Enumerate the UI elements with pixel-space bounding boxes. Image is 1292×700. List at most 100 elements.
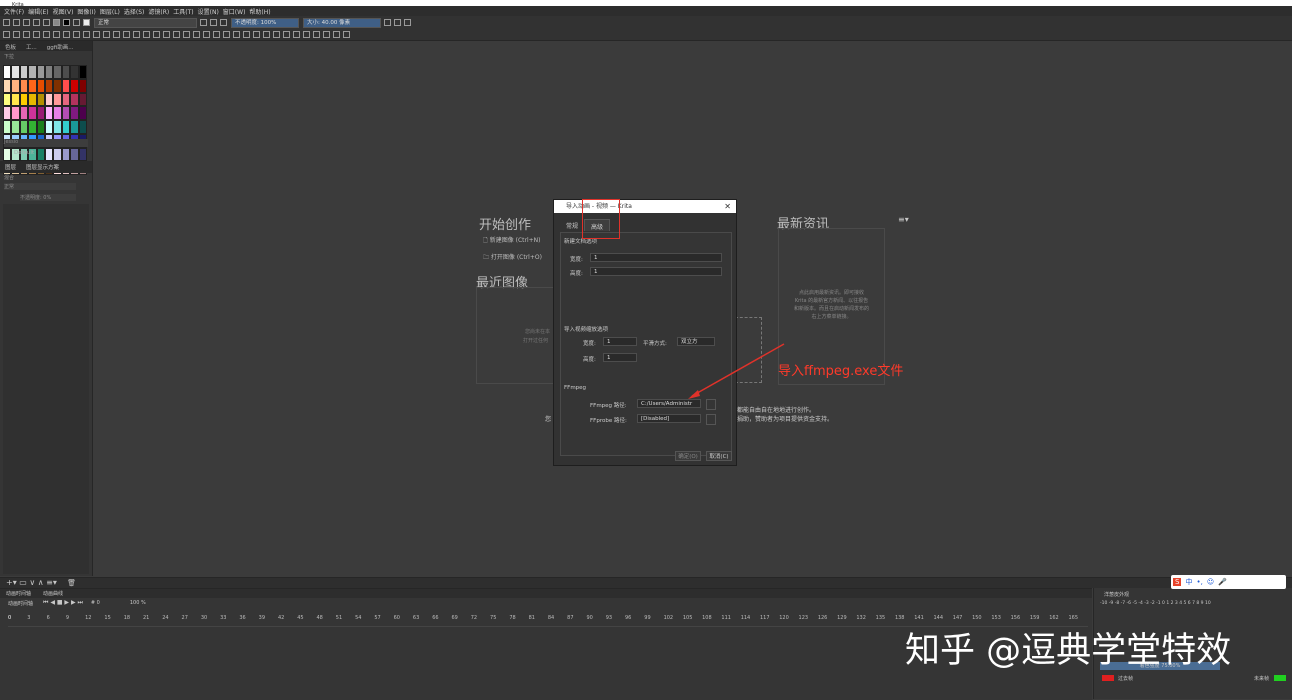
palette-swatch[interactable] — [36, 65, 45, 79]
palette-swatch[interactable] — [44, 147, 54, 162]
menu-file[interactable]: 文件(F) — [4, 7, 24, 16]
palette-swatch[interactable] — [53, 78, 62, 93]
palette-swatch[interactable] — [61, 65, 71, 79]
menu-select[interactable]: 选择(S) — [124, 7, 145, 16]
palette-swatch[interactable] — [78, 92, 87, 107]
palette-swatch[interactable] — [36, 92, 45, 107]
menu-filter[interactable]: 滤镜(R) — [148, 7, 169, 16]
palette-swatch[interactable] — [28, 78, 37, 93]
palette-swatch[interactable] — [61, 92, 71, 107]
palette-swatch[interactable] — [19, 106, 29, 120]
select-tool-icon[interactable] — [3, 31, 10, 38]
move-tool-icon[interactable] — [153, 31, 160, 38]
ime-lang[interactable]: 中 — [1185, 577, 1192, 587]
palette-swatch[interactable] — [61, 106, 71, 120]
ellipse-select-icon[interactable] — [263, 31, 270, 38]
palette-swatch[interactable] — [19, 65, 29, 79]
freehand-select-icon[interactable] — [283, 31, 290, 38]
refresh-icon[interactable] — [220, 19, 227, 26]
blend-mode-select[interactable]: 正常 — [94, 17, 197, 28]
gradient-tool-icon[interactable] — [173, 31, 180, 38]
previous-frames-color[interactable] — [1102, 675, 1114, 681]
playback-controls[interactable]: ⏮ ◀ ■ ▶ ▶ ⏭ — [43, 599, 83, 607]
onion-scale[interactable]: -10 -9 -8 -7 -6 -5 -4 -3 -2 -1 0 1 2 3 4… — [1100, 601, 1287, 606]
tab-layers[interactable]: 图层 — [0, 161, 21, 173]
fill-gradient-icon[interactable] — [53, 19, 60, 26]
polygon-tool-icon[interactable] — [83, 31, 90, 38]
palette-swatch[interactable] — [78, 78, 87, 93]
scale-height-spinbox[interactable]: 1 — [603, 353, 637, 362]
polygon-select-icon[interactable] — [273, 31, 280, 38]
pattern-icon[interactable] — [73, 19, 80, 26]
palette-swatch[interactable] — [36, 147, 45, 162]
palette-swatch[interactable] — [70, 65, 79, 79]
palette-field[interactable]: Jessio — [4, 139, 88, 147]
polyline-tool-icon[interactable] — [93, 31, 100, 38]
text-tool-icon[interactable] — [13, 31, 20, 38]
palette-swatch[interactable] — [44, 78, 54, 93]
open-image-link[interactable]: 🗀 打开图像 (Ctrl+O) — [483, 252, 542, 263]
tab-brush[interactable]: ggfi助画... — [42, 41, 79, 51]
news-menu-icon[interactable]: ≡▾ — [898, 215, 909, 224]
mirror-vertical-icon[interactable] — [394, 19, 401, 26]
ime-emoji[interactable]: ☺ — [1207, 578, 1214, 586]
transform-tool-icon[interactable] — [163, 31, 170, 38]
frame-counter[interactable]: # 0 — [91, 600, 100, 606]
ffprobe-path-select[interactable]: [Disabled] — [637, 414, 701, 423]
palette-swatch[interactable] — [44, 120, 54, 134]
cancel-button[interactable]: 取消(C) — [706, 451, 732, 461]
menu-view[interactable]: 视图(V) — [53, 7, 74, 16]
ellipse-tool-icon[interactable] — [73, 31, 80, 38]
palette-swatch[interactable] — [19, 78, 29, 93]
similar-select-icon[interactable] — [303, 31, 310, 38]
palette-swatch[interactable] — [78, 106, 87, 120]
palette-swatch[interactable] — [53, 65, 62, 79]
next-frames-color[interactable] — [1274, 675, 1286, 681]
close-icon[interactable]: ✕ — [724, 200, 731, 213]
palette-swatch[interactable] — [11, 78, 20, 93]
palette-swatch[interactable] — [28, 120, 37, 134]
palette-swatch[interactable] — [3, 106, 12, 120]
layer-blend-select[interactable]: 正常 — [4, 183, 76, 190]
reference-images-icon[interactable] — [243, 31, 250, 38]
palette-swatch[interactable] — [53, 92, 62, 107]
calligraphy-icon[interactable] — [33, 31, 40, 38]
palette-swatch[interactable] — [11, 106, 20, 120]
tab-curves[interactable]: 动画曲线 — [37, 589, 69, 598]
ime-mic[interactable]: 🎤 — [1218, 578, 1227, 586]
dynamic-brush-icon[interactable] — [123, 31, 130, 38]
tab-layer-display[interactable]: 图层显示方案 — [21, 161, 64, 173]
new-document-icon[interactable] — [3, 19, 10, 26]
edit-shapes-icon[interactable] — [23, 31, 30, 38]
menu-edit[interactable]: 编辑(E) — [28, 7, 48, 16]
tab-general[interactable]: 常规 — [560, 219, 584, 231]
palette-swatch[interactable] — [3, 120, 12, 134]
eyedropper-icon[interactable] — [213, 31, 220, 38]
mirror-horizontal-icon[interactable] — [384, 19, 391, 26]
palette-swatch[interactable] — [44, 65, 54, 79]
speed-value[interactable]: 100 % — [130, 600, 146, 606]
ok-button[interactable]: 确定(O) — [675, 451, 701, 461]
palette-swatch[interactable] — [36, 78, 45, 93]
palette-swatch[interactable] — [70, 92, 79, 107]
palette-swatch[interactable] — [61, 147, 71, 162]
color-palette-grid[interactable] — [3, 65, 87, 175]
line-tool-icon[interactable] — [53, 31, 60, 38]
menu-help[interactable]: 帮助(H) — [249, 7, 270, 16]
layers-list[interactable] — [3, 204, 89, 574]
contiguous-select-icon[interactable] — [293, 31, 300, 38]
palette-swatch[interactable] — [19, 92, 29, 107]
color-swap-icon[interactable] — [63, 19, 70, 26]
palette-swatch[interactable] — [11, 92, 20, 107]
ime-punct[interactable]: •, — [1196, 578, 1202, 586]
palette-swatch[interactable] — [70, 78, 79, 93]
add-layer-icon[interactable]: +▾ ▭ ∨ ∧ ≡▾ — [6, 578, 57, 587]
palette-swatch[interactable] — [53, 147, 62, 162]
colorize-mask-icon[interactable] — [183, 31, 190, 38]
measure-tool-icon[interactable] — [233, 31, 240, 38]
tab-tools[interactable]: 工... — [21, 41, 42, 51]
ime-toolbar[interactable]: S 中 •, ☺ 🎤 — [1171, 575, 1286, 589]
palette-swatch[interactable] — [11, 120, 20, 134]
rect-select-icon[interactable] — [253, 31, 260, 38]
palette-swatch[interactable] — [36, 106, 45, 120]
